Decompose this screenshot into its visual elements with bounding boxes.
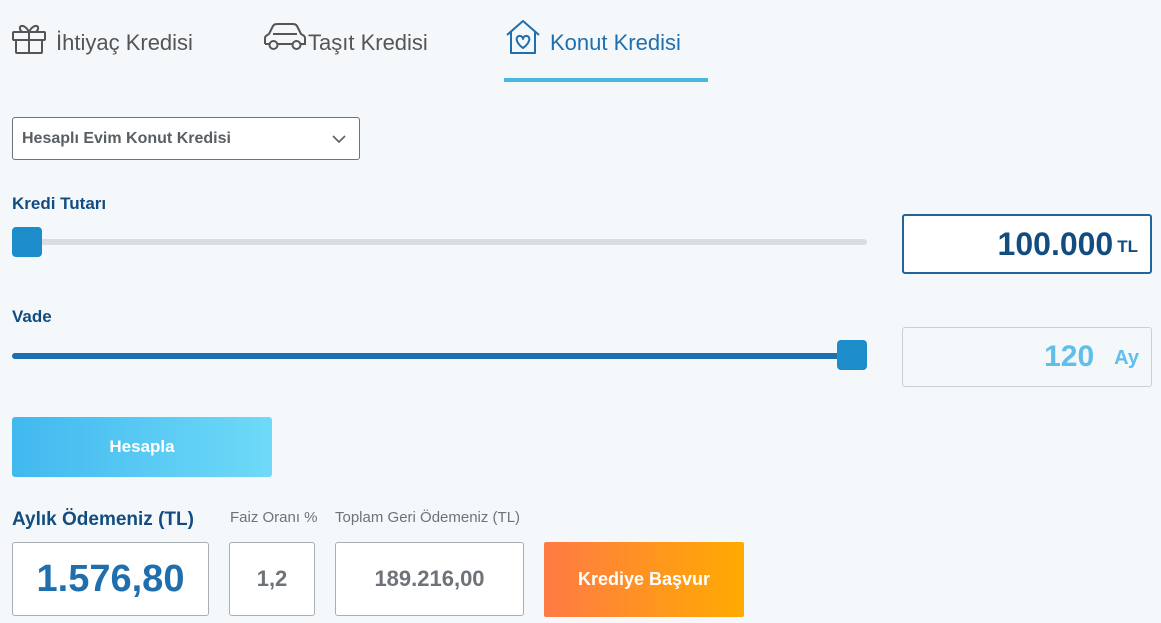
total-payment-value: 189.216,00	[374, 566, 485, 591]
monthly-payment-value: 1.576,80	[36, 557, 185, 600]
term-label: Vade	[12, 307, 52, 326]
calculate-button[interactable]: Hesapla	[12, 417, 272, 477]
tab-label: Taşıt Kredisi	[308, 30, 428, 55]
amount-label: Kredi Tutarı	[12, 194, 107, 213]
interest-rate-box: 1,2	[229, 542, 315, 616]
apply-loan-button[interactable]: Krediye Başvur	[544, 542, 744, 617]
car-icon	[262, 18, 306, 56]
tab-label: İhtiyaç Kredisi	[56, 30, 193, 55]
term-unit: Ay	[1114, 346, 1139, 369]
house-heart-icon	[504, 18, 542, 56]
amount-slider-track[interactable]	[12, 239, 867, 245]
chevron-down-icon	[332, 134, 346, 143]
total-payment-label: Toplam Geri Ödemeniz (TL)	[335, 509, 521, 526]
interest-rate-label: Faiz Oranı %	[230, 509, 318, 526]
amount-input[interactable]: 100.000 TL	[902, 214, 1152, 274]
term-input[interactable]: 120 Ay	[902, 327, 1152, 387]
tab-label: Konut Kredisi	[550, 30, 681, 55]
term-slider-track[interactable]	[12, 353, 867, 359]
term-value: 120	[1044, 340, 1095, 373]
monthly-payment-box: 1.576,80	[12, 542, 209, 616]
interest-rate-value: 1,2	[256, 566, 288, 591]
tab-vehicle-loan[interactable]: Taşıt Kredisi	[262, 18, 462, 82]
tab-mortgage-loan[interactable]: Konut Kredisi	[504, 18, 708, 82]
gift-icon	[10, 18, 48, 56]
term-slider-handle[interactable]	[837, 340, 867, 370]
tab-personal-loan[interactable]: İhtiyaç Kredisi	[10, 18, 210, 82]
loan-type-tabs: İhtiyaç Kredisi Taşıt Kredisi Konut Kred…	[0, 0, 1161, 82]
amount-slider-handle[interactable]	[12, 227, 42, 257]
amount-value: 100.000	[997, 225, 1114, 262]
term-slider-fill	[12, 353, 852, 359]
total-payment-box: 189.216,00	[335, 542, 524, 616]
loan-product-select[interactable]: Hesaplı Evim Konut Kredisi	[12, 117, 360, 160]
amount-unit: TL	[1117, 237, 1138, 256]
loan-product-selected: Hesaplı Evim Konut Kredisi	[22, 129, 231, 147]
monthly-payment-label: Aylık Ödemeniz (TL)	[12, 509, 194, 530]
